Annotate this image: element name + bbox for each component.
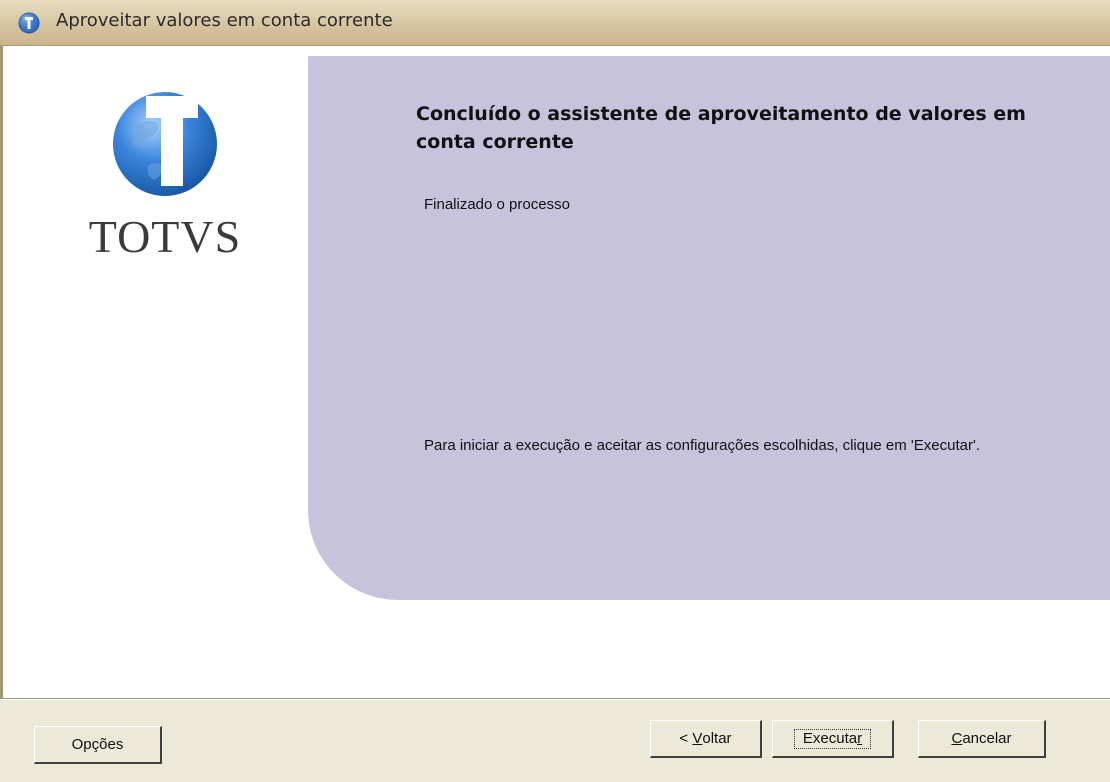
- totvs-globe-icon: [18, 12, 40, 34]
- execute-button-mnemonic: r: [857, 729, 863, 747]
- back-button-label: oltar: [702, 730, 732, 747]
- cancel-button-label: ancelar: [962, 730, 1012, 747]
- execute-button-focus: Executar: [793, 728, 872, 749]
- wizard-window: Aproveitar valores em conta corrente TOT…: [0, 0, 1110, 782]
- back-button-mnemonic: V: [692, 730, 703, 747]
- options-button[interactable]: Opções: [34, 726, 162, 764]
- execute-button-label: Executa: [802, 729, 858, 747]
- options-button-label: Opções: [71, 736, 124, 753]
- cancel-button-mnemonic: C: [951, 730, 963, 747]
- back-button-prefix: <: [679, 730, 693, 747]
- footer-divider: [0, 698, 1110, 700]
- totvs-logo-text: TOTVS: [88, 211, 242, 262]
- totvs-logo-icon: [113, 92, 217, 196]
- wizard-heading: Concluído o assistente de aproveitamento…: [416, 103, 1026, 153]
- instruction-text: Para iniciar a execução e aceitar as con…: [424, 437, 981, 454]
- title-bar[interactable]: Aproveitar valores em conta corrente: [0, 0, 1110, 46]
- execute-button[interactable]: Executar: [772, 720, 894, 758]
- window-title: Aproveitar valores em conta corrente: [56, 10, 393, 31]
- status-text: Finalizado o processo: [424, 196, 570, 213]
- cancel-button[interactable]: Cancelar: [918, 720, 1046, 758]
- back-button[interactable]: < Voltar: [650, 720, 762, 758]
